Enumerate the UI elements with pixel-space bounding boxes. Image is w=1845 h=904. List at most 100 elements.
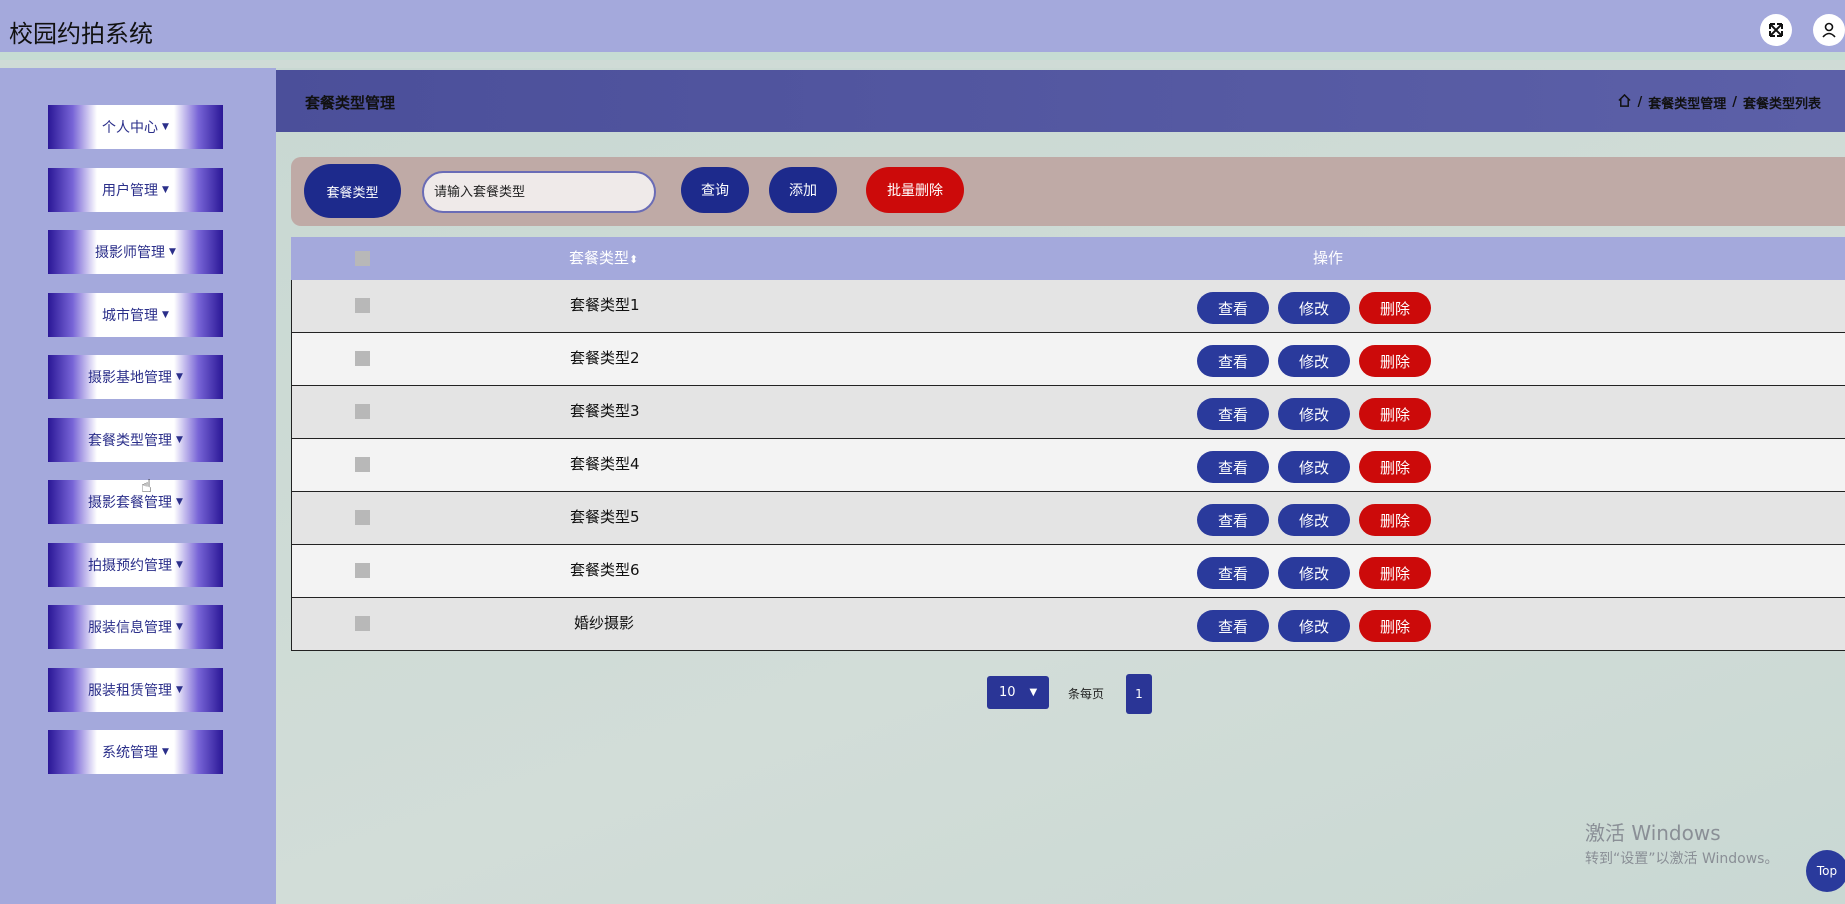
table-row: 套餐类型5 查看 修改 删除 — [291, 492, 1845, 545]
view-button[interactable]: 查看 — [1197, 504, 1269, 536]
caret-down-icon: ▼ — [176, 372, 183, 382]
sidebar-item-label: 套餐类型管理 — [88, 433, 173, 449]
table-header: 套餐类型⬍ 操作 — [291, 237, 1845, 280]
add-button[interactable]: 添加 — [769, 167, 837, 213]
sidebar-item-users[interactable]: 用户管理 ▼ — [48, 168, 223, 212]
page-size-select[interactable]: 10 ▼ — [987, 676, 1049, 709]
caret-down-icon: ▼ — [162, 122, 169, 132]
sidebar-item-label: 服装信息管理 — [88, 620, 173, 636]
breadcrumb: / 套餐类型管理 / 套餐类型列表 — [1618, 93, 1821, 112]
home-icon[interactable] — [1618, 93, 1632, 111]
sort-icon[interactable]: ⬍ — [629, 253, 638, 266]
sidebar-item-costumes[interactable]: 服装信息管理 ▼ — [48, 605, 223, 649]
column-header-actions: 操作 — [1313, 249, 1344, 267]
sidebar-item-label: 摄影套餐管理 — [88, 495, 173, 511]
row-checkbox[interactable] — [355, 404, 370, 419]
view-button[interactable]: 查看 — [1197, 398, 1269, 430]
package-type-name: 套餐类型1 — [570, 296, 640, 314]
column-header-name[interactable]: 套餐类型⬍ — [569, 237, 638, 280]
table-row: 婚纱摄影 查看 修改 删除 — [291, 598, 1845, 651]
row-checkbox[interactable] — [355, 563, 370, 578]
sidebar-item-costume-rentals[interactable]: 服装租赁管理 ▼ — [48, 668, 223, 712]
breadcrumb-separator: / — [1637, 95, 1643, 110]
sidebar-item-bookings[interactable]: 拍摄预约管理 ▼ — [48, 543, 223, 587]
caret-down-icon: ▼ — [176, 435, 183, 445]
sidebar-item-package-types[interactable]: 套餐类型管理 ▼ — [48, 418, 223, 462]
search-input[interactable] — [422, 171, 656, 213]
sidebar-item-label: 摄影师管理 — [95, 245, 166, 261]
main-content: 套餐类型管理 / 套餐类型管理 / 套餐类型列表 套餐类型 查询 添加 批量删除… — [276, 68, 1845, 904]
row-checkbox[interactable] — [355, 298, 370, 313]
sidebar-item-photo-packages[interactable]: 摄影套餐管理 ▼ — [48, 480, 223, 524]
edit-button[interactable]: 修改 — [1278, 610, 1350, 642]
watermark-subtitle: 转到“设置”以激活 Windows。 — [1585, 851, 1779, 867]
caret-down-icon: ▼ — [176, 622, 183, 632]
watermark-title: 激活 Windows — [1585, 821, 1721, 845]
search-bar: 套餐类型 查询 添加 批量删除 — [291, 157, 1845, 226]
app-title: 校园约拍系统 — [9, 20, 153, 48]
edit-button[interactable]: 修改 — [1278, 398, 1350, 430]
search-field-label: 套餐类型 — [304, 164, 401, 218]
delete-button[interactable]: 删除 — [1359, 451, 1431, 483]
breadcrumb-item-current: 套餐类型列表 — [1742, 97, 1821, 112]
caret-down-icon: ▼ — [176, 497, 183, 507]
sidebar-item-cities[interactable]: 城市管理 ▼ — [48, 293, 223, 337]
back-to-top-button[interactable]: Top — [1806, 850, 1845, 892]
delete-button[interactable]: 删除 — [1359, 345, 1431, 377]
view-button[interactable]: 查看 — [1197, 345, 1269, 377]
sidebar-item-photographers[interactable]: 摄影师管理 ▼ — [48, 230, 223, 274]
table-row: 套餐类型1 查看 修改 删除 — [291, 280, 1845, 333]
view-button[interactable]: 查看 — [1197, 451, 1269, 483]
sidebar-item-personal-center[interactable]: 个人中心 ▼ — [48, 105, 223, 149]
row-checkbox[interactable] — [355, 351, 370, 366]
table-row: 套餐类型2 查看 修改 删除 — [291, 333, 1845, 386]
sidebar-item-label: 系统管理 — [102, 745, 159, 761]
package-type-name: 套餐类型5 — [570, 508, 640, 526]
hand-pointer-icon: ☝ — [141, 476, 152, 497]
row-checkbox[interactable] — [355, 616, 370, 631]
query-button[interactable]: 查询 — [681, 167, 749, 213]
sidebar-item-label: 用户管理 — [102, 183, 159, 199]
package-type-name: 套餐类型4 — [570, 455, 640, 473]
sidebar: 个人中心 ▼ 用户管理 ▼ 摄影师管理 ▼ 城市管理 ▼ 摄影基地管理 ▼ 套餐类型管理 ▼… — [0, 68, 276, 904]
sidebar-item-system[interactable]: 系统管理 ▼ — [48, 730, 223, 774]
caret-down-icon: ▼ — [162, 310, 169, 320]
expand-icon[interactable] — [1760, 14, 1792, 46]
breadcrumb-separator: / — [1732, 95, 1737, 110]
data-table: 套餐类型⬍ 操作 套餐类型1 查看 修改 删除 套餐类型2 查看 修改 删除 套… — [291, 237, 1845, 651]
select-all-checkbox[interactable] — [355, 251, 370, 266]
view-button[interactable]: 查看 — [1197, 292, 1269, 324]
view-button[interactable]: 查看 — [1197, 610, 1269, 642]
package-type-name: 套餐类型6 — [570, 561, 640, 579]
windows-activation-watermark: 激活 Windows 转到“设置”以激活 Windows。 — [1585, 817, 1778, 868]
delete-button[interactable]: 删除 — [1359, 610, 1431, 642]
page-button-current[interactable]: 1 — [1126, 674, 1152, 714]
caret-down-icon: ▼ — [162, 747, 169, 757]
user-icon[interactable] — [1813, 14, 1845, 46]
edit-button[interactable]: 修改 — [1278, 345, 1350, 377]
sidebar-item-label: 个人中心 — [102, 120, 159, 136]
delete-button[interactable]: 删除 — [1359, 398, 1431, 430]
table-row: 套餐类型3 查看 修改 删除 — [291, 386, 1845, 439]
delete-button[interactable]: 删除 — [1359, 504, 1431, 536]
caret-down-icon: ▼ — [169, 247, 176, 257]
batch-delete-button[interactable]: 批量删除 — [866, 167, 964, 213]
package-type-name: 套餐类型3 — [570, 402, 640, 420]
per-page-label: 条每页 — [1068, 687, 1105, 701]
chevron-down-icon: ▼ — [1029, 687, 1038, 698]
edit-button[interactable]: 修改 — [1278, 292, 1350, 324]
top-bar: 校园约拍系统 — [0, 0, 1845, 60]
edit-button[interactable]: 修改 — [1278, 451, 1350, 483]
breadcrumb-item[interactable]: 套餐类型管理 — [1648, 93, 1726, 112]
page-header: 套餐类型管理 / 套餐类型管理 / 套餐类型列表 — [276, 70, 1845, 132]
view-button[interactable]: 查看 — [1197, 557, 1269, 589]
sidebar-item-photo-bases[interactable]: 摄影基地管理 ▼ — [48, 355, 223, 399]
row-checkbox[interactable] — [355, 510, 370, 525]
caret-down-icon: ▼ — [176, 685, 183, 695]
delete-button[interactable]: 删除 — [1359, 557, 1431, 589]
row-checkbox[interactable] — [355, 457, 370, 472]
delete-button[interactable]: 删除 — [1359, 292, 1431, 324]
edit-button[interactable]: 修改 — [1278, 504, 1350, 536]
table-row: 套餐类型6 查看 修改 删除 — [291, 545, 1845, 598]
edit-button[interactable]: 修改 — [1278, 557, 1350, 589]
